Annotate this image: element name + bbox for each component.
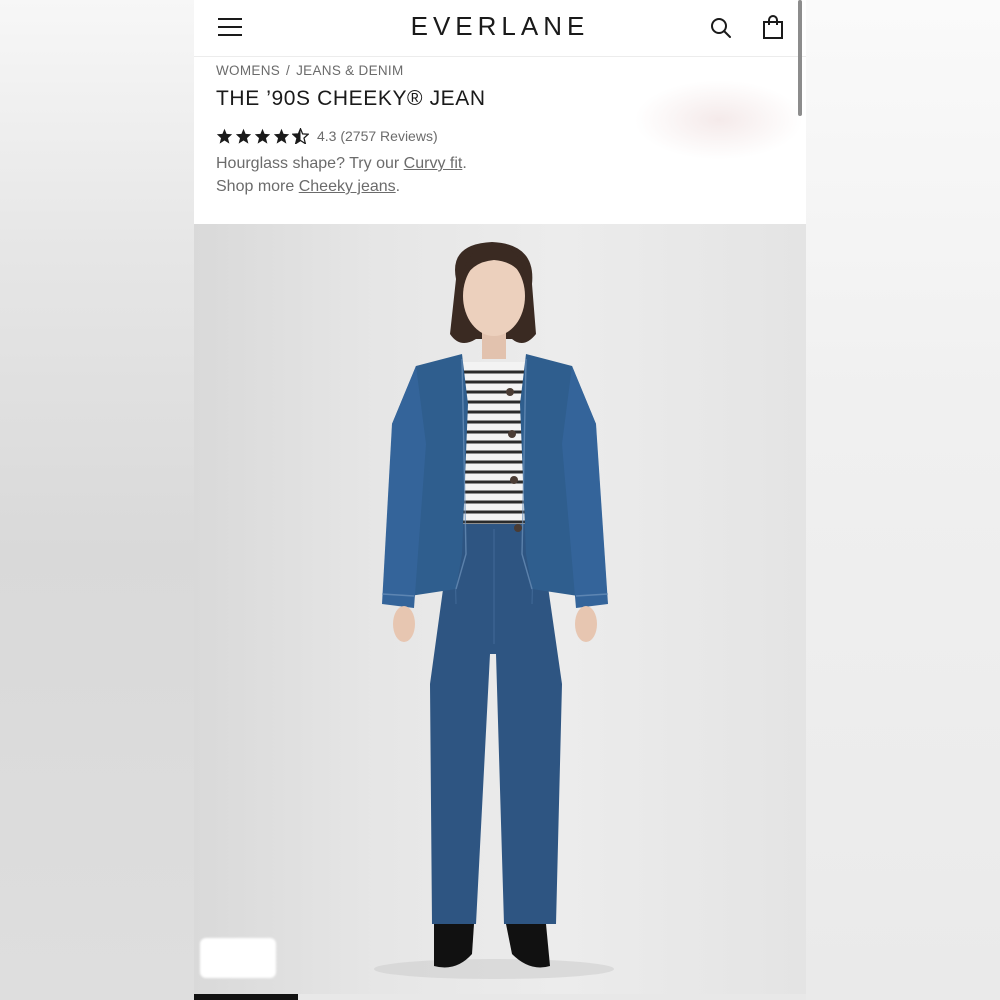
rating-text[interactable]: 4.3 (2757 Reviews) (317, 128, 438, 144)
breadcrumb-womens[interactable]: WOMENS (216, 63, 280, 78)
star-icon (273, 128, 290, 144)
star-icon (216, 128, 233, 144)
promo-text: Shop more (216, 178, 299, 195)
blurred-overlay (634, 80, 804, 160)
breadcrumb-separator: / (286, 63, 291, 78)
half-star-icon (292, 128, 309, 144)
blurred-watermark (200, 938, 276, 978)
curvy-fit-link[interactable]: Curvy fit (404, 155, 463, 172)
curvy-fit-promo: Hourglass shape? Try our Curvy fit. (216, 155, 467, 173)
cheeky-jeans-link[interactable]: Cheeky jeans (299, 178, 396, 195)
right-backdrop (806, 0, 1000, 1000)
product-rating[interactable]: 4.3 (2757 Reviews) (216, 128, 438, 144)
search-icon[interactable] (709, 16, 733, 40)
star-icon (254, 128, 271, 144)
site-header: EVERLANE (194, 0, 806, 57)
gallery-progress-fill (194, 994, 299, 1000)
product-page: EVERLANE WOMENS / JEANS & DENIM THE ’90S C… (194, 0, 806, 1000)
left-backdrop (0, 0, 194, 1000)
breadcrumb-jeans-denim[interactable]: JEANS & DENIM (296, 63, 403, 78)
promo-text: . (462, 155, 467, 172)
star-icon (235, 128, 252, 144)
promo-text: Hourglass shape? Try our (216, 155, 404, 172)
gallery-progress-bar[interactable] (194, 994, 806, 1000)
cheeky-jeans-promo: Shop more Cheeky jeans. (216, 178, 400, 196)
bag-icon[interactable] (761, 14, 785, 40)
model-illustration (374, 242, 614, 979)
breadcrumb: WOMENS / JEANS & DENIM (216, 63, 404, 78)
rating-stars (216, 128, 309, 144)
product-title: THE ’90S CHEEKY® JEAN (216, 87, 486, 110)
promo-text: . (395, 178, 401, 195)
product-image[interactable] (194, 224, 806, 994)
